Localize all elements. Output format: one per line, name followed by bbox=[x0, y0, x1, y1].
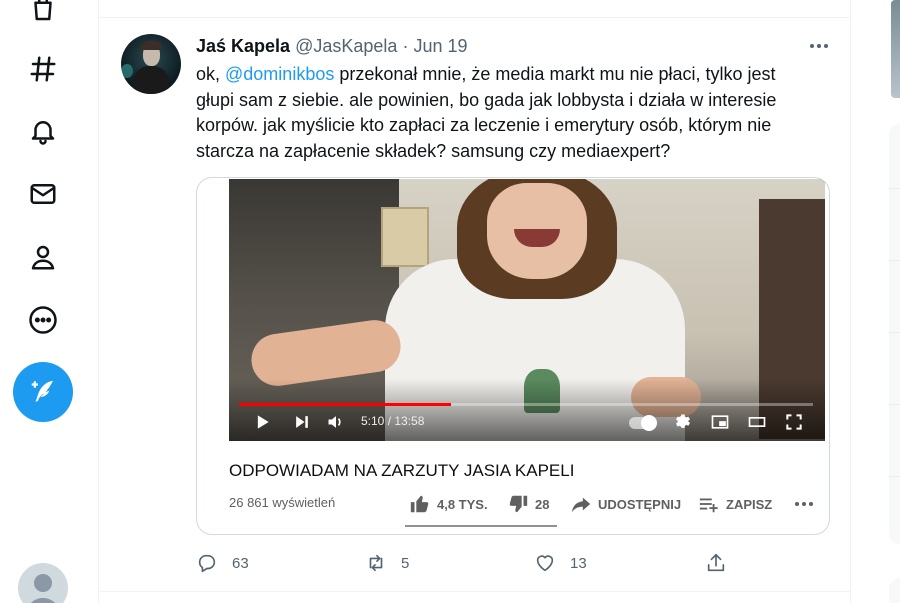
tweet-header: Jaś Kapela @JasKapela · Jun 19 bbox=[196, 36, 468, 57]
hashtag-icon[interactable] bbox=[22, 48, 64, 90]
play-icon[interactable] bbox=[249, 411, 275, 433]
feather-plus-icon bbox=[31, 380, 53, 402]
separator: · bbox=[402, 36, 409, 56]
volume-icon[interactable] bbox=[323, 411, 349, 433]
tweet-date[interactable]: Jun 19 bbox=[413, 36, 467, 56]
reply-count: 63 bbox=[232, 554, 249, 572]
video-views: 26 861 wyświetleń bbox=[229, 495, 336, 510]
video-save-button[interactable]: ZAPISZ bbox=[698, 493, 772, 515]
video-card[interactable]: 5:10 / 13:58 ODPOWIADAM NA ZARZUTY JASIA… bbox=[196, 177, 830, 535]
author-avatar[interactable] bbox=[121, 34, 181, 94]
video-dislike-button[interactable]: 28 bbox=[507, 493, 549, 515]
tweet-text-start: ok, bbox=[196, 64, 226, 84]
heart-icon bbox=[536, 555, 554, 572]
author-handle[interactable]: @JasKapela bbox=[295, 36, 397, 56]
divider bbox=[99, 591, 851, 592]
reply-icon bbox=[198, 554, 216, 573]
playlist-add-icon bbox=[699, 498, 718, 513]
tweet-column: Jaś Kapela @JasKapela · Jun 19 ok, @domi… bbox=[99, 0, 851, 603]
share-button[interactable] bbox=[705, 551, 727, 575]
video-share-button[interactable]: UDOSTĘPNIJ bbox=[570, 493, 681, 515]
settings-gear-icon[interactable] bbox=[670, 411, 696, 433]
video-like-count: 4,8 TYS. bbox=[437, 496, 488, 512]
mail-icon[interactable] bbox=[22, 173, 64, 215]
more-options-icon[interactable] bbox=[807, 36, 831, 56]
share-arrow-icon bbox=[571, 497, 591, 513]
left-nav bbox=[0, 0, 99, 603]
reply-button[interactable]: 63 bbox=[196, 551, 249, 575]
video-share-label: UDOSTĘPNIJ bbox=[598, 496, 682, 512]
account-avatar[interactable] bbox=[18, 563, 68, 603]
miniplayer-icon[interactable] bbox=[707, 411, 733, 433]
retweet-icon bbox=[369, 554, 383, 572]
like-count: 13 bbox=[570, 554, 587, 572]
video-title[interactable]: ODPOWIADAM NA ZARZUTY JASIA KAPELI bbox=[229, 461, 574, 481]
profile-icon[interactable] bbox=[22, 236, 64, 278]
next-icon[interactable] bbox=[289, 411, 315, 433]
sidebar-card bbox=[889, 124, 900, 544]
video-more-icon[interactable] bbox=[795, 502, 813, 506]
divider bbox=[99, 17, 851, 18]
video-progress-fill bbox=[239, 403, 451, 406]
autoplay-toggle[interactable] bbox=[629, 415, 657, 431]
video-save-label: ZAPISZ bbox=[726, 496, 773, 512]
right-sidebar bbox=[851, 0, 900, 603]
video-player[interactable]: 5:10 / 13:58 bbox=[229, 179, 825, 441]
thumbs-down-icon bbox=[509, 495, 528, 513]
retweet-button[interactable]: 5 bbox=[365, 551, 409, 575]
author-name[interactable]: Jaś Kapela bbox=[196, 36, 290, 56]
compose-tweet-button[interactable] bbox=[13, 362, 73, 422]
retweet-count: 5 bbox=[401, 554, 410, 572]
like-button[interactable]: 13 bbox=[534, 551, 587, 575]
video-dislike-count: 28 bbox=[535, 496, 550, 512]
fullscreen-icon[interactable] bbox=[781, 411, 807, 433]
video-time: 5:10 / 13:58 bbox=[361, 414, 425, 428]
bell-icon[interactable] bbox=[22, 110, 64, 152]
sidebar-card bbox=[889, 578, 900, 603]
mention-link[interactable]: @dominikbos bbox=[225, 64, 334, 84]
video-like-button[interactable]: 4,8 TYS. bbox=[409, 493, 488, 515]
share-icon bbox=[707, 553, 725, 572]
theater-mode-icon[interactable] bbox=[744, 411, 770, 433]
more-circle-icon[interactable] bbox=[22, 299, 64, 341]
thumbs-up-icon bbox=[410, 495, 429, 513]
sidebar-thumbnail[interactable] bbox=[891, 0, 900, 98]
rating-underline bbox=[405, 525, 557, 527]
tweet-text: ok, @dominikbos przekonał mnie, że media… bbox=[196, 62, 816, 164]
bookmark-bag-icon[interactable] bbox=[22, 0, 64, 30]
